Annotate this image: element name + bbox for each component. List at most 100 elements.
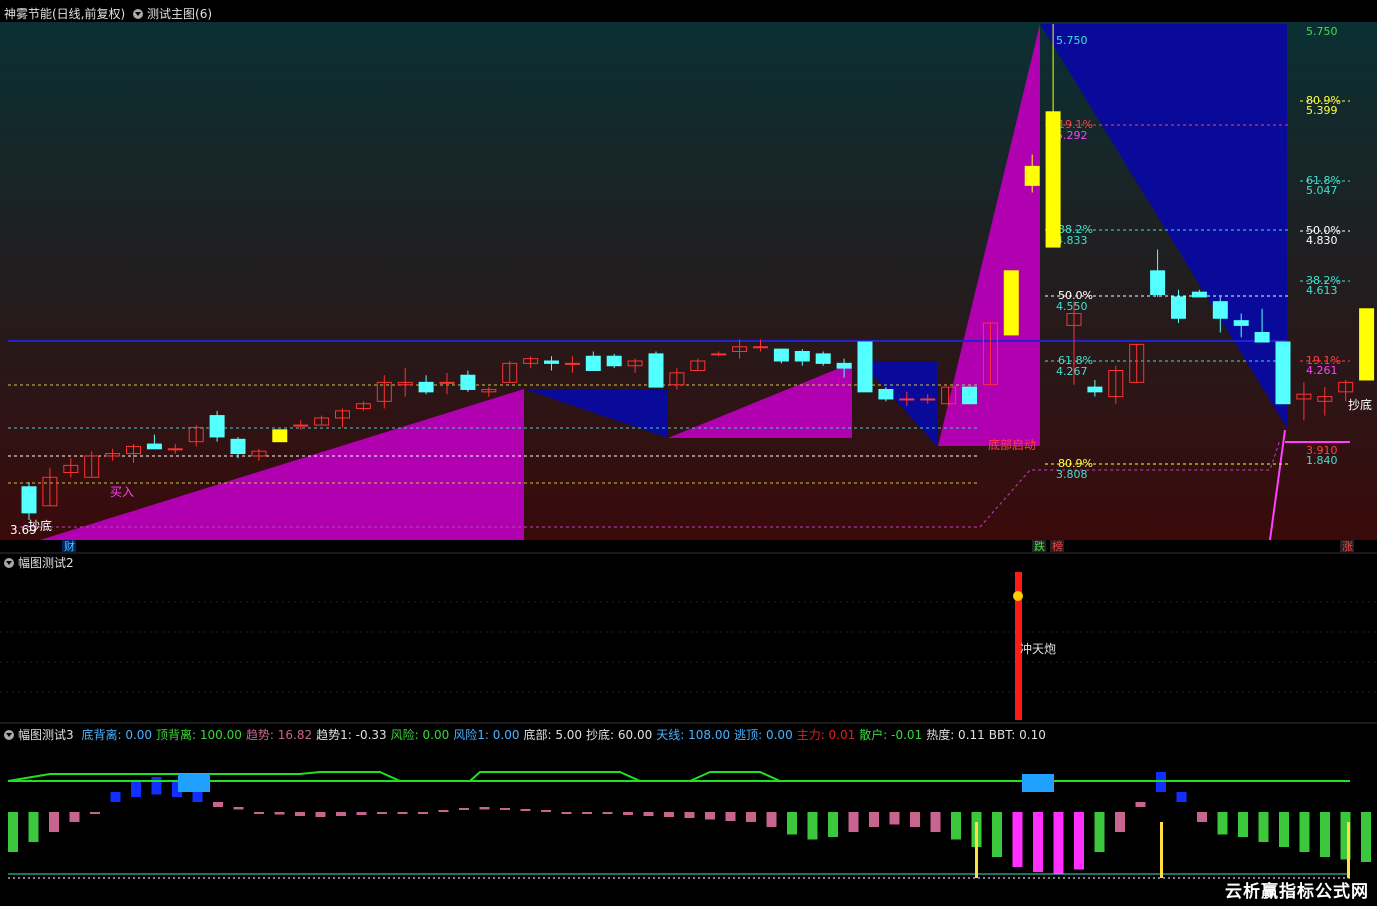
osc-bar-33 xyxy=(684,812,695,818)
candle-body-20 xyxy=(439,381,455,384)
stat-4: 风险: 0.00 xyxy=(390,728,450,742)
candle-body-30 xyxy=(648,353,664,388)
stat-6: 底部: 5.00 xyxy=(523,728,583,742)
osc-bar-34 xyxy=(705,812,715,820)
osc-bar-50 xyxy=(1033,812,1043,872)
yellow-spike-1 xyxy=(1160,822,1163,878)
fib-price-2: 4.550 xyxy=(1056,300,1088,313)
sub-panel-3[interactable]: 幅图测试3 底背离: 0.00 顶背离: 100.00 趋势: 16.82 趋势1: … xyxy=(0,722,1377,906)
tag-bar xyxy=(0,540,1377,552)
osc-bar-26 xyxy=(541,810,551,812)
main-chart-panel[interactable]: 神雾节能(日线,前复权) 测试主图(6) 19.1% 5.292 38.2% 4.83… xyxy=(0,0,1377,552)
fib-price-1: 4.833 xyxy=(1056,234,1088,247)
candle-body-33 xyxy=(711,353,727,356)
osc-bar-42 xyxy=(869,812,879,827)
osc-bar-41 xyxy=(848,812,859,832)
candle-body-42 xyxy=(899,398,915,401)
fib-price-3: 4.267 xyxy=(1056,365,1088,378)
candle-body-13 xyxy=(293,424,309,427)
osc-bar-55 xyxy=(1135,802,1146,807)
osc-bar-40 xyxy=(828,812,838,837)
osc-bar-6 xyxy=(131,782,141,797)
fib-price-4: 3.808 xyxy=(1056,468,1088,481)
osc-bar-62 xyxy=(1279,812,1289,847)
osc-bar-59 xyxy=(1217,812,1228,835)
signal-chart xyxy=(0,552,1377,720)
osc-bar-37 xyxy=(766,812,777,827)
osc-bar-11 xyxy=(233,807,244,810)
fib-r-price-4: 4.613 xyxy=(1306,284,1338,297)
candle-body-7 xyxy=(167,448,183,451)
dropdown-icon[interactable] xyxy=(4,558,14,568)
dropdown-icon[interactable] xyxy=(4,730,14,740)
candle-body-28 xyxy=(606,355,622,367)
osc-bar-49 xyxy=(1012,812,1023,867)
watermark: 云析赢指标公式网 xyxy=(1225,882,1369,902)
osc-bar-35 xyxy=(725,812,736,821)
osc-bar-25 xyxy=(520,809,531,811)
stat-1: 顶背离: 100.00 xyxy=(156,728,242,742)
annotation-2: 底部启动 xyxy=(988,437,1036,452)
candlestick-chart: 19.1%5.29238.2%4.83350.0%4.55061.8%4.267… xyxy=(0,22,1377,552)
sub3-title[interactable]: 幅图测试3 xyxy=(18,728,74,742)
candle-body-43 xyxy=(920,398,936,401)
tag-1: 跌 xyxy=(1034,539,1045,552)
yellow-spike-0 xyxy=(975,822,978,878)
osc-bar-27 xyxy=(561,812,572,814)
osc-bar-52 xyxy=(1074,812,1084,870)
indicator-title[interactable]: 测试主图(6) xyxy=(147,7,212,21)
candle-body-39 xyxy=(836,362,852,369)
candle-body-57 xyxy=(1212,301,1228,319)
osc-bar-54 xyxy=(1115,812,1125,832)
osc-bar-53 xyxy=(1094,812,1105,852)
fib-r-price-1: 5.399 xyxy=(1306,104,1338,117)
osc-bar-36 xyxy=(746,812,756,822)
tag-3: 涨 xyxy=(1342,540,1353,552)
candle-body-56 xyxy=(1191,291,1207,298)
osc-bar-39 xyxy=(807,812,818,840)
osc-bar-14 xyxy=(295,812,305,816)
osc-bar-66 xyxy=(1361,812,1371,862)
candle-body-25 xyxy=(544,360,559,364)
osc-bar-13 xyxy=(274,812,285,815)
candle-body-58 xyxy=(1233,320,1249,326)
stat-7: 抄底: 60.00 xyxy=(586,728,653,742)
candle-body-47 xyxy=(1003,270,1019,336)
sub-panel-2[interactable]: 幅图测试2 冲天炮 xyxy=(0,552,1377,722)
candle-body-9 xyxy=(209,415,225,438)
osc-bar-60 xyxy=(1238,812,1248,837)
osc-bar-64 xyxy=(1320,812,1330,857)
sub2-title[interactable]: 幅图测试2 xyxy=(18,556,74,570)
osc-bar-51 xyxy=(1053,812,1064,875)
stat-5: 风险1: 0.00 xyxy=(453,728,520,742)
candle-body-27 xyxy=(585,355,601,371)
stat-10: 主力: 0.01 xyxy=(796,728,856,742)
yellow-spike-2 xyxy=(1347,822,1350,878)
osc-bar-2 xyxy=(49,812,59,832)
candle-body-48 xyxy=(1024,165,1040,186)
dropdown-icon[interactable] xyxy=(133,9,144,19)
fib-price-5: 5.750 xyxy=(1056,34,1088,47)
osc-bar-46 xyxy=(951,812,961,840)
osc-bar-7 xyxy=(151,777,162,795)
stat-11: 散户: -0.01 xyxy=(859,728,923,742)
osc-bar-10 xyxy=(213,802,223,807)
signal-dot xyxy=(1013,591,1023,601)
candle-body-37 xyxy=(794,351,810,362)
candle-body-54 xyxy=(1150,270,1166,296)
osc-bar-22 xyxy=(459,808,469,810)
stat-12: 热度: 0.11 xyxy=(926,728,985,742)
osc-bar-18 xyxy=(377,812,387,814)
osc-bar-44 xyxy=(910,812,920,827)
stat-0: 底背离: 0.00 xyxy=(81,728,153,742)
candle-body-35 xyxy=(753,346,768,349)
stat-3: 趋势1: -0.33 xyxy=(316,728,387,742)
tag-2: 榜 xyxy=(1052,539,1063,552)
candle-body-59 xyxy=(1254,332,1270,343)
candle-body-21 xyxy=(460,374,476,390)
fib-r-price-7: 1.840 xyxy=(1306,454,1338,467)
main-header: 神雾节能(日线,前复权) 测试主图(6) xyxy=(4,5,216,22)
annotation-3: 抄底 xyxy=(1348,397,1372,412)
stat-13: BBT: 0.10 xyxy=(988,728,1046,742)
sub2-header: 幅图测试2 xyxy=(4,554,78,571)
